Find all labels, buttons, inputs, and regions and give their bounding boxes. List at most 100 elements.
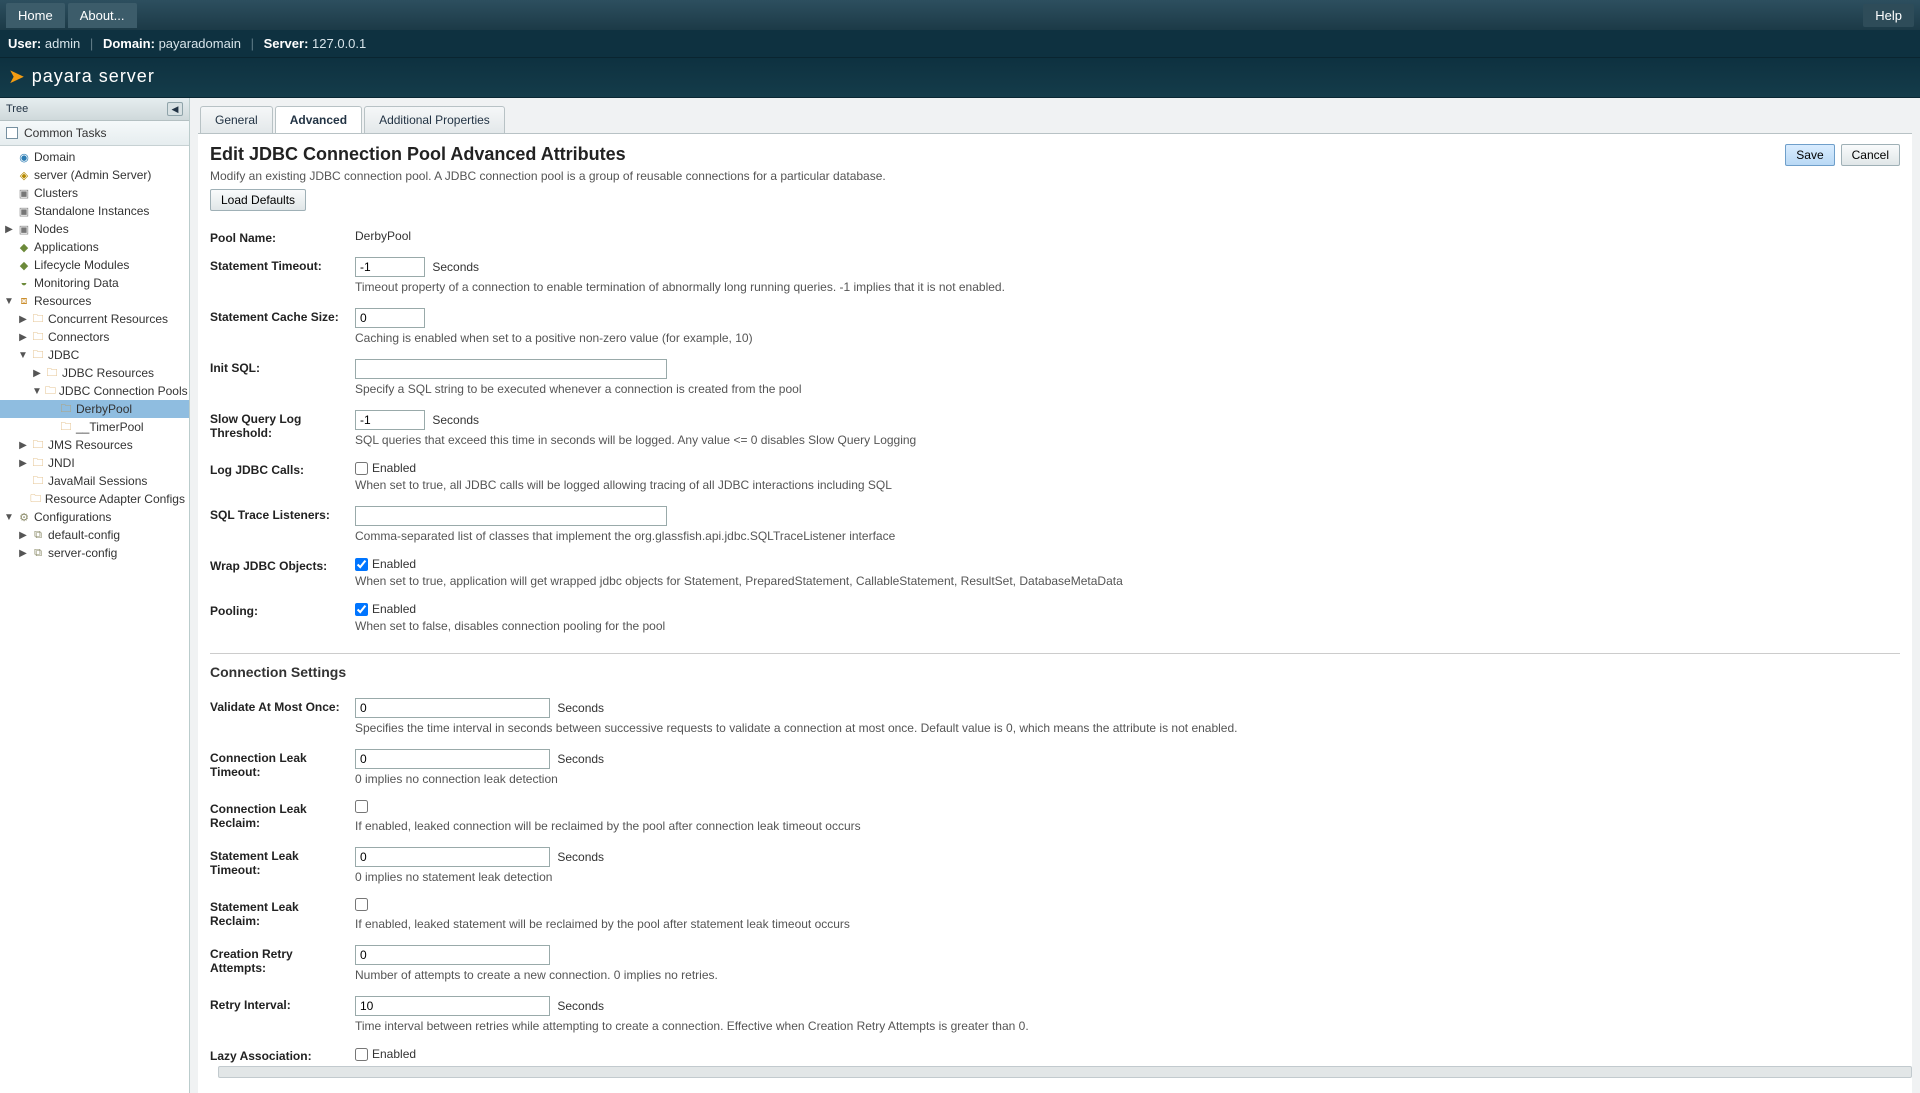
tab-advanced[interactable]: Advanced — [275, 106, 362, 133]
lifecycle-icon: ◆ — [17, 258, 31, 272]
resources-icon: ⧈ — [17, 294, 31, 308]
tree-node-domain[interactable]: ▶◉Domain — [0, 148, 189, 166]
logo-bar: ➤ payara server — [0, 58, 1920, 98]
tree-node-admin-server[interactable]: ▶◈server (Admin Server) — [0, 166, 189, 184]
st-timeout-hint: Timeout property of a connection to enab… — [355, 280, 1900, 294]
vamo-label: Validate At Most Once: — [210, 694, 355, 745]
folder-icon: 🗀 — [31, 330, 45, 344]
wrap-checkbox[interactable] — [355, 558, 368, 571]
tree-node-connectors[interactable]: ▶🗀Connectors — [0, 328, 189, 346]
trace-input[interactable] — [355, 506, 667, 526]
load-defaults-button[interactable]: Load Defaults — [210, 189, 306, 211]
tree-node-jndi[interactable]: ▶🗀JNDI — [0, 454, 189, 472]
info-bar: User: admin | Domain: payaradomain | Ser… — [0, 30, 1920, 58]
pool-icon: 🗀 — [59, 402, 73, 416]
save-button[interactable]: Save — [1785, 144, 1834, 166]
tree-node-configurations[interactable]: ▼⚙Configurations — [0, 508, 189, 526]
top-nav: Home About... Help — [0, 0, 1920, 30]
vamo-unit: Seconds — [557, 701, 604, 715]
common-tasks[interactable]: Common Tasks — [0, 121, 189, 146]
horizontal-scrollbar[interactable] — [218, 1066, 1912, 1078]
clr-checkbox[interactable] — [355, 800, 368, 813]
st-cache-input[interactable] — [355, 308, 425, 328]
server-label: Server: — [264, 36, 309, 51]
folder-icon: 🗀 — [31, 474, 45, 488]
user-label: User: — [8, 36, 41, 51]
tree-node-resources[interactable]: ▼⧈Resources — [0, 292, 189, 310]
tree-header-label: Tree — [6, 103, 28, 115]
nav-tree: ▶◉Domain ▶◈server (Admin Server) ▶▣Clust… — [0, 146, 189, 1093]
slowq-input[interactable] — [355, 410, 425, 430]
cra-label: Creation Retry Attempts: — [210, 941, 355, 992]
folder-icon: 🗀 — [31, 312, 45, 326]
slowq-unit: Seconds — [432, 413, 479, 427]
connection-settings-heading: Connection Settings — [210, 664, 1900, 680]
clt-input[interactable] — [355, 749, 550, 769]
cancel-button[interactable]: Cancel — [1841, 144, 1900, 166]
ri-unit: Seconds — [557, 999, 604, 1013]
tree-node-monitoring[interactable]: ▶◒Monitoring Data — [0, 274, 189, 292]
tree-node-jdbc-pools[interactable]: ▼🗀JDBC Connection Pools — [0, 382, 189, 400]
pool-icon: 🗀 — [59, 420, 73, 434]
nodes-icon: ▣ — [17, 222, 31, 236]
slt-unit: Seconds — [557, 850, 604, 864]
cra-input[interactable] — [355, 945, 550, 965]
tree-node-clusters[interactable]: ▶▣Clusters — [0, 184, 189, 202]
tab-general[interactable]: General — [200, 106, 273, 133]
trace-label: SQL Trace Listeners: — [210, 502, 355, 553]
content-tabs: General Advanced Additional Properties — [190, 98, 1920, 133]
slr-label: Statement Leak Reclaim: — [210, 894, 355, 941]
tree-node-javamail[interactable]: ▶🗀JavaMail Sessions — [0, 472, 189, 490]
server-icon: ◈ — [17, 168, 31, 182]
slt-input[interactable] — [355, 847, 550, 867]
vamo-input[interactable] — [355, 698, 550, 718]
tree-node-jms[interactable]: ▶🗀JMS Resources — [0, 436, 189, 454]
nav-help[interactable]: Help — [1863, 4, 1914, 27]
folder-icon: 🗀 — [45, 384, 56, 398]
initsql-input[interactable] — [355, 359, 667, 379]
logjdbc-checkbox[interactable] — [355, 462, 368, 475]
la-cblabel: Enabled — [372, 1047, 416, 1061]
tree-node-nodes[interactable]: ▶▣Nodes — [0, 220, 189, 238]
clt-unit: Seconds — [557, 752, 604, 766]
st-cache-hint: Caching is enabled when set to a positiv… — [355, 331, 1900, 345]
pooling-checkbox[interactable] — [355, 603, 368, 616]
logo-text: payara server — [32, 66, 155, 87]
slr-checkbox[interactable] — [355, 898, 368, 911]
tree-node-concurrent[interactable]: ▶🗀Concurrent Resources — [0, 310, 189, 328]
folder-icon: 🗀 — [45, 366, 59, 380]
tree-node-rac[interactable]: ▶🗀Resource Adapter Configs — [0, 490, 189, 508]
logo: ➤ payara server — [8, 64, 1912, 89]
tree-node-timerpool[interactable]: ▶🗀__TimerPool — [0, 418, 189, 436]
tab-additional-properties[interactable]: Additional Properties — [364, 106, 505, 133]
instance-icon: ▣ — [17, 204, 31, 218]
pooling-label: Pooling: — [210, 598, 355, 643]
globe-icon: ◉ — [17, 150, 31, 164]
tree-collapse-button[interactable]: ◀ — [167, 102, 183, 116]
tree-header: Tree ◀ — [0, 98, 189, 121]
content-area: General Advanced Additional Properties E… — [190, 98, 1920, 1093]
pooling-hint: When set to false, disables connection p… — [355, 619, 1900, 633]
la-checkbox[interactable] — [355, 1048, 368, 1061]
tree-node-lifecycle[interactable]: ▶◆Lifecycle Modules — [0, 256, 189, 274]
tree-node-applications[interactable]: ▶◆Applications — [0, 238, 189, 256]
folder-icon: 🗀 — [31, 348, 45, 362]
nav-home[interactable]: Home — [6, 3, 65, 28]
st-timeout-input[interactable] — [355, 257, 425, 277]
user-value: admin — [45, 36, 80, 51]
tree-node-derbypool[interactable]: ▶🗀DerbyPool — [0, 400, 189, 418]
page-title: Edit JDBC Connection Pool Advanced Attri… — [210, 144, 886, 165]
page-description: Modify an existing JDBC connection pool.… — [210, 169, 886, 183]
poolname-label: Pool Name: — [210, 225, 355, 253]
ri-input[interactable] — [355, 996, 550, 1016]
nav-about[interactable]: About... — [68, 3, 137, 28]
tree-node-server-config[interactable]: ▶⧉server-config — [0, 544, 189, 562]
tree-node-standalone[interactable]: ▶▣Standalone Instances — [0, 202, 189, 220]
logjdbc-cblabel: Enabled — [372, 461, 416, 475]
tree-panel: Tree ◀ Common Tasks ▶◉Domain ▶◈server (A… — [0, 98, 190, 1093]
fish-icon: ➤ — [8, 64, 26, 89]
tree-node-jdbc-resources[interactable]: ▶🗀JDBC Resources — [0, 364, 189, 382]
tree-node-default-config[interactable]: ▶⧉default-config — [0, 526, 189, 544]
tree-node-jdbc[interactable]: ▼🗀JDBC — [0, 346, 189, 364]
config-icon: ⧉ — [31, 546, 45, 560]
